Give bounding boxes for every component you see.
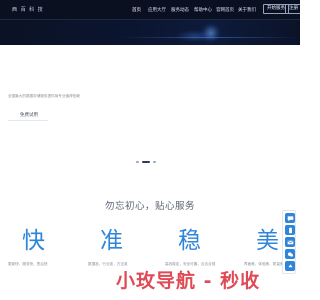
carousel-indicators — [0, 160, 300, 164]
page: 西 百 科 技 首页 应用大厅 服务动态 帮助中心 官网首页 关于我们 开始服务… — [0, 0, 300, 300]
carousel-dot[interactable] — [136, 161, 139, 163]
section-title: 勿忘初心，贴心服务 — [104, 201, 195, 212]
nav-item-about-us[interactable]: 关于我们 — [238, 7, 256, 13]
top-navbar: 西 百 科 技 首页 应用大厅 服务动态 帮助中心 官网首页 关于我们 开始服务… — [0, 0, 300, 20]
nav-item-app-hall[interactable]: 应用大厅 — [148, 7, 166, 13]
feature-char-beautiful: 美 — [256, 228, 279, 254]
carousel-dot[interactable] — [153, 161, 156, 163]
hero-tagline: 全国最大的数据存储服务提供商专业值得信赖 — [8, 94, 80, 98]
hero-orb-decoration — [200, 22, 222, 44]
carousel-dot-active[interactable] — [142, 161, 150, 163]
nav-item-home[interactable]: 首页 — [132, 7, 141, 13]
floating-contact-bar — [282, 210, 296, 274]
feature-char-stable: 稳 — [178, 228, 201, 254]
hero-light-line — [120, 37, 300, 38]
mail-icon[interactable] — [285, 237, 295, 247]
register-button[interactable]: 注册 — [285, 4, 300, 14]
phone-icon[interactable] — [285, 225, 295, 235]
nav-item-official-home[interactable]: 官网首页 — [216, 7, 234, 13]
cta-divider — [8, 120, 48, 121]
site-logo[interactable]: 西 百 科 技 — [12, 6, 44, 13]
feature-subtitle-fast: 更新快，服务快，售后快 — [8, 262, 48, 266]
nav-item-help-center[interactable]: 帮助中心 — [194, 7, 212, 13]
hero-banner — [0, 20, 300, 45]
feature-char-accurate: 准 — [100, 228, 123, 254]
nav-item-service-news[interactable]: 服务动态 — [171, 7, 189, 13]
watermark-text: 小玫导航 - 秒收 — [116, 270, 261, 292]
back-to-top-icon[interactable] — [285, 261, 295, 271]
feature-char-fast: 快 — [22, 228, 45, 254]
free-trial-link[interactable]: 免费试用 — [20, 112, 38, 118]
chat-icon[interactable] — [285, 213, 295, 223]
wechat-icon[interactable] — [285, 249, 295, 259]
